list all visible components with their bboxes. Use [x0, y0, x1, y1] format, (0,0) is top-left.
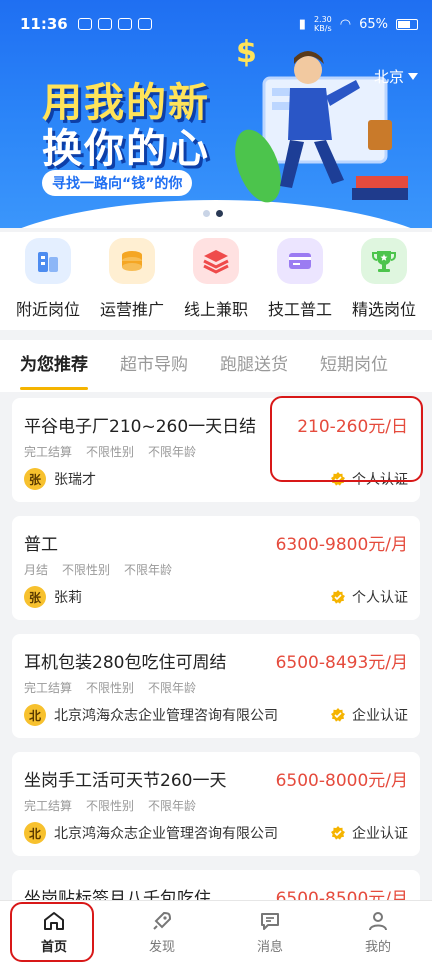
job-tags: 完工结算 不限性别 不限年龄 — [24, 679, 408, 696]
job-salary: 6500-8493元/月 — [275, 653, 408, 673]
battery-percent: 65% — [359, 16, 388, 32]
status-bar: 11:36 ▮ 2.30 KB/s ◠ 65% — [0, 0, 432, 48]
job-title: 普工 — [24, 535, 58, 555]
job-card[interactable]: 普工 6300-9800元/月 月结 不限性别 不限年龄 张张莉 个人认证 — [12, 516, 420, 620]
category-label: 精选岗位 — [351, 300, 416, 319]
job-salary: 6500-8000元/月 — [275, 771, 408, 791]
job-tag: 不限年龄 — [148, 799, 197, 813]
job-tag: 不限年龄 — [124, 563, 173, 577]
job-tags: 月结 不限性别 不限年龄 — [24, 561, 408, 578]
layers-icon — [193, 238, 239, 284]
page-dot — [203, 210, 210, 217]
businessman-illustration: $ — [235, 36, 408, 203]
coins-icon — [109, 238, 155, 284]
job-tag: 完工结算 — [24, 799, 73, 813]
category-featured[interactable]: 精选岗位 — [342, 232, 426, 330]
rocket-icon — [153, 911, 172, 930]
network-speed: 2.30 KB/s — [313, 15, 332, 33]
poster-name: 张瑞才 — [54, 472, 96, 488]
poster-name: 北京鸿海众志企业管理咨询有限公司 — [54, 826, 278, 842]
nav-profile[interactable]: 我的 — [324, 901, 432, 964]
headline-line-1: 用我的新 — [42, 80, 210, 126]
page-dot-active — [216, 210, 223, 217]
cert-label: 个人认证 — [352, 590, 408, 606]
job-tag: 完工结算 — [24, 681, 73, 695]
tab-supermarket-guide[interactable]: 超市导购 — [120, 340, 188, 392]
poster-name: 张莉 — [54, 590, 82, 606]
category-skilled-labor[interactable]: 技工普工 — [258, 232, 342, 330]
category-label: 附近岗位 — [15, 300, 80, 319]
job-tag: 完工结算 — [24, 445, 73, 459]
banner-headline: 用我的新 换你的心 — [42, 80, 210, 172]
job-tags: 完工结算 不限性别 不限年龄 — [24, 797, 408, 814]
tab-recommended[interactable]: 为您推荐 — [20, 340, 88, 392]
category-label: 运营推广 — [99, 300, 164, 319]
trophy-icon — [361, 238, 407, 284]
avatar: 张 — [24, 468, 46, 490]
nav-discover[interactable]: 发现 — [108, 901, 216, 964]
job-tag: 不限性别 — [86, 445, 135, 459]
banner-page-indicator — [203, 210, 223, 217]
avatar: 北 — [24, 822, 46, 844]
tab-delivery[interactable]: 跑腿送货 — [220, 340, 288, 392]
card-icon — [277, 238, 323, 284]
job-tabs: 为您推荐 超市导购 跑腿送货 短期岗位 — [0, 340, 432, 392]
cert-label: 企业认证 — [352, 708, 408, 724]
job-card[interactable]: 坐岗手工活可天节260一天 6500-8000元/月 完工结算 不限性别 不限年… — [12, 752, 420, 856]
home-highlight-outline — [10, 902, 94, 962]
user-icon — [369, 912, 387, 931]
nav-messages[interactable]: 消息 — [216, 901, 324, 964]
verified-badge-icon — [331, 708, 345, 722]
nav-label: 消息 — [256, 940, 283, 955]
category-online-parttime[interactable]: 线上兼职 — [174, 232, 258, 330]
category-label: 技工普工 — [267, 300, 332, 319]
nav-label: 发现 — [148, 940, 175, 955]
job-tag: 不限年龄 — [148, 445, 197, 459]
building-icon — [25, 238, 71, 284]
message-icon — [261, 913, 279, 930]
category-label: 线上兼职 — [183, 300, 248, 319]
job-title: 耳机包装280包吃住可周结 — [24, 653, 227, 673]
avatar: 北 — [24, 704, 46, 726]
status-time: 11:36 — [20, 15, 68, 33]
job-card[interactable]: 耳机包装280包吃住可周结 6500-8493元/月 完工结算 不限性别 不限年… — [12, 634, 420, 738]
category-promotion[interactable]: 运营推广 — [90, 232, 174, 330]
poster-name: 北京鸿海众志企业管理咨询有限公司 — [54, 708, 278, 724]
job-title: 坐岗手工活可天节260一天 — [24, 771, 227, 791]
verified-badge-icon — [331, 826, 345, 840]
category-nearby-jobs[interactable]: 附近岗位 — [6, 232, 90, 330]
city-selector[interactable]: 北京 — [374, 66, 418, 87]
job-tag: 不限性别 — [62, 563, 111, 577]
tab-short-term[interactable]: 短期岗位 — [320, 340, 388, 392]
job-salary: 6300-9800元/月 — [275, 535, 408, 555]
job-tag: 月结 — [24, 563, 49, 577]
job-tag: 不限性别 — [86, 681, 135, 695]
city-label: 北京 — [373, 68, 404, 86]
battery-icon — [396, 18, 418, 30]
dropdown-arrow-icon — [408, 73, 418, 80]
nav-label: 我的 — [364, 940, 391, 955]
avatar: 张 — [24, 586, 46, 608]
verified-badge-icon — [331, 590, 345, 604]
notification-icons — [77, 18, 152, 30]
job-tag: 不限年龄 — [148, 681, 197, 695]
headline-line-2: 换你的心 — [42, 126, 210, 172]
category-grid: 附近岗位 运营推广 线上兼职 技工普工 精选岗位 — [0, 232, 432, 330]
vibrate-icon: ▮ — [298, 16, 306, 32]
job-title: 平谷电子厂210~260一天日结 — [24, 417, 257, 437]
wifi-icon: ◠ — [339, 16, 352, 32]
promo-banner[interactable]: 11:36 ▮ 2.30 KB/s ◠ 65% $ 用我的新 换你的心 寻找一路向… — [0, 0, 432, 228]
job-tag: 不限性别 — [86, 799, 135, 813]
cert-label: 企业认证 — [352, 826, 408, 842]
banner-slogan: 寻找一路向“钱”的你 — [42, 170, 193, 196]
salary-highlight-outline — [270, 396, 423, 482]
